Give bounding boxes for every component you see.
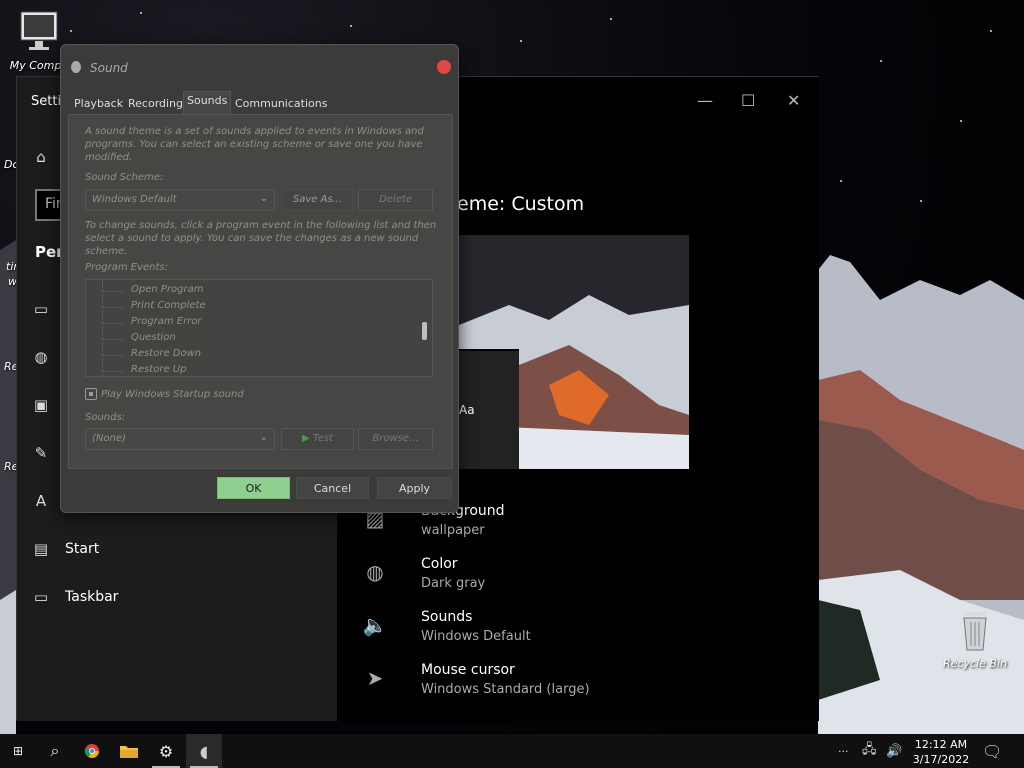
list-item[interactable]: Open Program bbox=[131, 284, 203, 295]
list-item[interactable]: Print Complete bbox=[131, 300, 206, 311]
theme-item-sounds[interactable]: 🔈 Sounds Windows Default bbox=[361, 609, 801, 655]
chevron-down-icon: ⌄ bbox=[259, 193, 268, 204]
monitor-icon bbox=[20, 11, 58, 50]
taskbar-chrome[interactable] bbox=[74, 734, 110, 768]
theme-item-value: Windows Standard (large) bbox=[421, 682, 590, 697]
theme-item-mouse-cursor[interactable]: ➤ Mouse cursor Windows Standard (large) bbox=[361, 662, 801, 708]
start-button[interactable]: ⊞ bbox=[0, 734, 36, 768]
apply-button[interactable]: Apply bbox=[377, 477, 452, 499]
theme-item-value: wallpaper bbox=[421, 523, 485, 538]
startup-sound-checkbox[interactable] bbox=[85, 388, 97, 400]
delete-button[interactable]: Delete bbox=[358, 189, 433, 211]
speaker-icon: ◖ bbox=[199, 741, 209, 761]
chevron-down-icon: ⌄ bbox=[259, 432, 268, 443]
theme-item-name: Mouse cursor bbox=[421, 662, 515, 678]
tray-overflow[interactable]: ··· bbox=[838, 734, 849, 768]
close-button[interactable]: ✕ bbox=[787, 91, 800, 110]
image-icon: ▭ bbox=[33, 300, 49, 318]
tab-recording[interactable]: Recording bbox=[125, 95, 186, 115]
cursor-icon: ➤ bbox=[366, 666, 384, 690]
taskbar: ⊞ ⌕ ⚙ ◖ ··· 🖧 🔊 12:12 AM 3/17/2022 🗨 bbox=[0, 734, 1024, 768]
search-button[interactable]: ⌕ bbox=[37, 734, 73, 768]
speaker-icon: 🔈 bbox=[362, 613, 388, 637]
themes-icon: ✎ bbox=[34, 444, 48, 462]
settings-title: Setti bbox=[31, 94, 62, 109]
network-icon[interactable]: 🖧 bbox=[862, 734, 877, 768]
minimize-button[interactable]: — bbox=[697, 91, 713, 110]
events-label: Program Events: bbox=[85, 262, 168, 273]
taskbar-icon: ▭ bbox=[33, 588, 49, 606]
theme-item-name: Sounds bbox=[421, 609, 473, 625]
startup-label: Play Windows Startup sound bbox=[101, 389, 244, 400]
nav-item-label: Start bbox=[65, 541, 100, 557]
save-as-button[interactable]: Save As... bbox=[282, 189, 353, 211]
preview-text: Aa bbox=[459, 403, 475, 417]
theme-item-name: Color bbox=[421, 556, 458, 572]
volume-icon[interactable]: 🔊 bbox=[886, 734, 902, 768]
dialog-title: Sound bbox=[90, 61, 128, 75]
start-icon: ▤ bbox=[33, 540, 49, 558]
sound-dialog: Sound Playback Recording Communications … bbox=[60, 44, 459, 513]
nav-item-start[interactable]: ▤ Start bbox=[17, 529, 337, 569]
theme-item-value: Windows Default bbox=[421, 629, 531, 644]
speaker-icon bbox=[71, 61, 81, 73]
notification-icon[interactable]: 🗨 bbox=[982, 734, 1002, 768]
sounds-label: Sounds: bbox=[85, 412, 126, 423]
tree-line bbox=[102, 280, 103, 376]
recycle-bin-icon bbox=[963, 612, 987, 651]
sound-select[interactable]: (None) ⌄ bbox=[85, 428, 275, 450]
lock-screen-icon: ▣ bbox=[33, 396, 49, 414]
program-events-list[interactable]: Open Program Print Complete Program Erro… bbox=[85, 279, 433, 377]
taskbar-settings[interactable]: ⚙ bbox=[148, 734, 184, 768]
time: 12:12 AM bbox=[914, 738, 968, 751]
preview-window: Aa bbox=[459, 349, 519, 469]
close-button[interactable] bbox=[437, 60, 451, 74]
intro-text: A sound theme is a set of sounds applied… bbox=[85, 126, 424, 163]
scrollbar-thumb[interactable] bbox=[422, 322, 427, 340]
taskbar-file-explorer[interactable] bbox=[111, 734, 147, 768]
play-icon: ▶ bbox=[301, 433, 310, 444]
nav-item-label: Taskbar bbox=[65, 589, 119, 605]
change-text: To change sounds, click a program event … bbox=[85, 220, 437, 257]
windows-icon: ⊞ bbox=[12, 744, 24, 758]
scheme-label: Sound Scheme: bbox=[85, 172, 164, 183]
list-item[interactable]: Restore Up bbox=[131, 364, 186, 375]
fonts-icon: A bbox=[35, 492, 47, 510]
scheme-select[interactable]: Windows Default ⌄ bbox=[85, 189, 275, 211]
palette-icon: ◍ bbox=[366, 560, 384, 584]
tab-sounds[interactable]: Sounds bbox=[183, 91, 232, 114]
folder-icon bbox=[120, 746, 138, 758]
gear-icon: ⚙ bbox=[158, 741, 174, 761]
desktop-icon-recycle-bin[interactable]: Recycle Bin bbox=[940, 608, 1010, 670]
clock[interactable]: 12:12 AM 3/17/2022 bbox=[908, 737, 974, 767]
desktop-icon-label: Recycle Bin bbox=[943, 657, 1007, 670]
theme-preview: Aa bbox=[459, 235, 689, 469]
list-item[interactable]: Program Error bbox=[131, 316, 202, 327]
taskbar-sound[interactable]: ◖ bbox=[186, 734, 222, 768]
theme-item-color[interactable]: ◍ Color Dark gray bbox=[361, 556, 801, 602]
theme-item-value: Dark gray bbox=[421, 576, 486, 591]
palette-icon: ◍ bbox=[34, 348, 48, 366]
maximize-button[interactable]: ☐ bbox=[741, 91, 755, 110]
list-item[interactable]: Question bbox=[131, 332, 176, 343]
search-icon: ⌕ bbox=[50, 741, 60, 760]
ok-button[interactable]: OK bbox=[217, 477, 290, 499]
theme-title: eme: Custom bbox=[457, 193, 585, 215]
tab-playback[interactable]: Playback bbox=[71, 95, 126, 115]
browse-button[interactable]: Browse... bbox=[358, 428, 433, 450]
date: 3/17/2022 bbox=[912, 753, 970, 766]
test-button[interactable]: ▶ Test bbox=[281, 428, 354, 450]
list-item[interactable]: Restore Down bbox=[131, 348, 201, 359]
home-icon: ⌂ bbox=[36, 148, 46, 166]
nav-item-taskbar[interactable]: ▭ Taskbar bbox=[17, 577, 337, 617]
chrome-icon bbox=[84, 744, 99, 758]
tab-communications[interactable]: Communications bbox=[232, 95, 330, 115]
cancel-button[interactable]: Cancel bbox=[296, 477, 369, 499]
